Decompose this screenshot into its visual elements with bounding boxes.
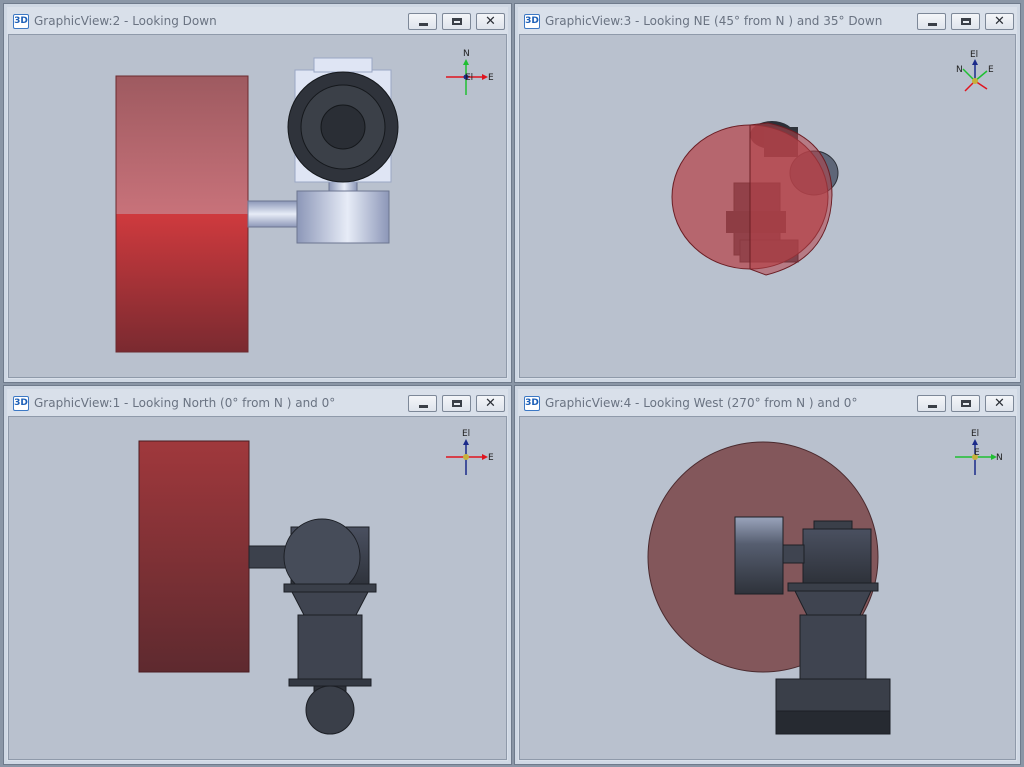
close-button[interactable]: ✕ [985,394,1014,412]
graphic-view-3-window[interactable]: 3D GraphicView:3 - Looking NE (45° from … [514,3,1021,383]
axis-label-e: E [988,65,994,75]
close-button[interactable]: ✕ [476,12,505,30]
3d-viewport-north[interactable]: El E [8,416,507,760]
base-upper [775,678,891,712]
maximize-icon [961,17,971,25]
motor-body [802,528,872,584]
top-tab [313,57,373,73]
window-title: GraphicView:3 - Looking NE (45° from N )… [545,14,883,28]
motor-disc-inner [320,104,366,150]
minimize-icon [419,404,428,408]
gearbox [297,614,363,680]
3d-view-icon: 3D [13,13,29,29]
window-title: GraphicView:1 - Looking North (0° from N… [34,396,336,410]
axis-triad: El N E [956,50,994,92]
window-title: GraphicView:4 - Looking West (270° from … [545,396,858,410]
pipe-stub [781,544,805,564]
motor-housing [296,190,390,244]
axis-label-el: El [462,429,470,439]
base-lower [775,710,891,735]
minimize-icon [928,22,937,26]
red-cylinder-top [115,75,249,353]
close-icon: ✕ [485,13,496,29]
minimize-icon [928,404,937,408]
pipe [247,200,303,228]
window-titlebar[interactable]: 3D GraphicView:3 - Looking NE (45° from … [519,8,1016,34]
axis-triad: N E El [446,49,494,95]
maximize-button[interactable] [951,394,980,412]
close-icon: ✕ [994,13,1005,29]
graphic-view-2-window[interactable]: 3D GraphicView:2 - Looking Down ✕ N E El [3,3,512,383]
flange [283,583,377,593]
maximize-icon [452,399,462,407]
base-flange [288,678,372,687]
red-cylinder-iso [671,122,833,276]
output-hub [305,685,355,735]
minimize-icon [419,22,428,26]
maximize-icon [452,17,462,25]
scene-looking-ne: El N E [671,50,994,276]
3d-viewport-west[interactable]: El N E [519,416,1016,760]
adapter-cone [291,591,369,616]
maximize-icon [961,399,971,407]
maximize-button[interactable] [442,12,471,30]
gearbox [799,614,867,680]
close-icon: ✕ [485,395,496,411]
axis-label-el: El [971,429,979,439]
maximize-button[interactable] [442,394,471,412]
window-titlebar[interactable]: 3D GraphicView:4 - Looking West (270° fr… [519,390,1016,416]
close-icon: ✕ [994,395,1005,411]
axis-triad: El E [446,429,494,475]
close-button[interactable]: ✕ [985,12,1014,30]
window-titlebar[interactable]: 3D GraphicView:1 - Looking North (0° fro… [8,390,507,416]
axis-label-e: E [488,73,494,83]
close-button[interactable]: ✕ [476,394,505,412]
scene-looking-west: El N E [647,429,1003,735]
3d-view-icon: 3D [524,13,540,29]
3d-viewport-iso[interactable]: El N E [519,34,1016,378]
axis-label-el: El [970,50,978,60]
axis-label-n: N [956,65,963,75]
scene-looking-north: El E [138,429,494,735]
red-cylinder-side [138,440,250,673]
pipe-end [734,516,784,595]
axis-label-e: E [488,453,494,463]
axis-label-e: E [974,448,980,458]
axis-label-n: N [463,49,470,59]
minimize-button[interactable] [408,394,437,412]
scene-looking-down: N E El [115,49,494,353]
minimize-button[interactable] [408,12,437,30]
minimize-button[interactable] [917,12,946,30]
graphic-view-1-window[interactable]: 3D GraphicView:1 - Looking North (0° fro… [3,385,512,765]
adapter-cone [794,590,872,616]
axis-triad: El N E [955,429,1003,475]
3d-view-icon: 3D [524,395,540,411]
window-title: GraphicView:2 - Looking Down [34,14,217,28]
axis-label-el: El [465,73,473,83]
maximize-button[interactable] [951,12,980,30]
3d-viewport-top[interactable]: N E El [8,34,507,378]
window-titlebar[interactable]: 3D GraphicView:2 - Looking Down ✕ [8,8,507,34]
flange [787,582,879,592]
3d-view-icon: 3D [13,395,29,411]
graphic-view-4-window[interactable]: 3D GraphicView:4 - Looking West (270° fr… [514,385,1021,765]
axis-label-n: N [996,453,1003,463]
minimize-button[interactable] [917,394,946,412]
